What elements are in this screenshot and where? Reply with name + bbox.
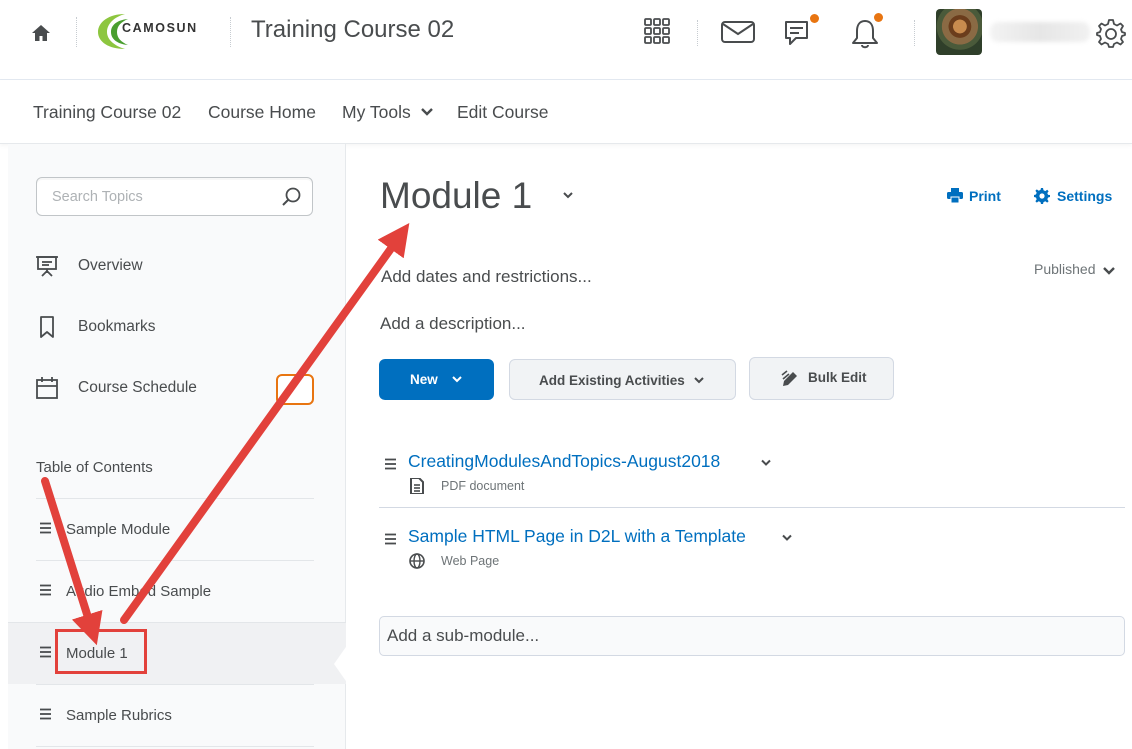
annotation-arrow-down (41, 477, 103, 646)
annotation-arrows (41, 223, 410, 646)
annotation-arrow-up (120, 223, 410, 624)
